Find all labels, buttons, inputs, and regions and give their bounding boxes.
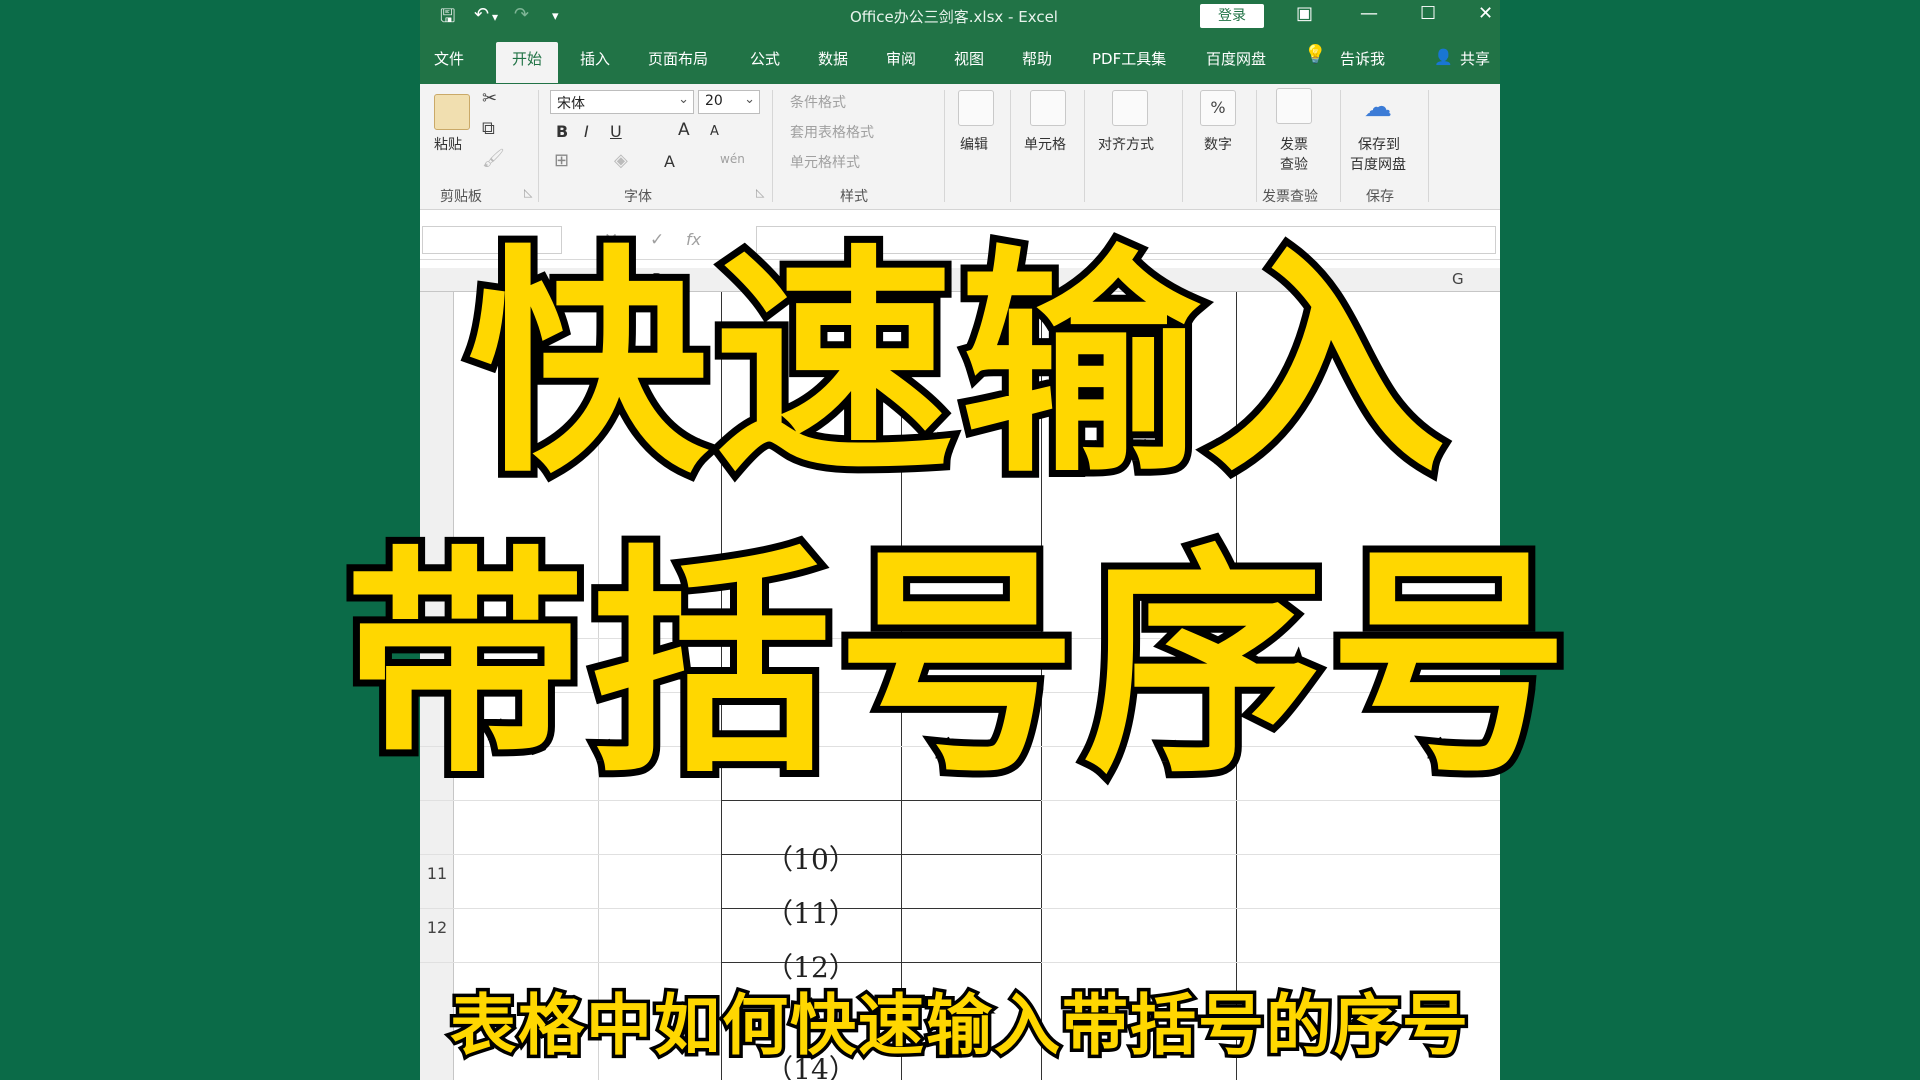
group-divider xyxy=(772,90,773,202)
save-group-label: 保存 xyxy=(1366,189,1394,205)
editing-button[interactable]: 编辑 xyxy=(960,134,988,154)
cut-icon[interactable]: ✂ xyxy=(482,88,497,109)
font-name-value: 宋体 xyxy=(557,96,585,112)
title-bar: 🖫 ↶ ▾ ↷ ▾ Office办公三剑客.xlsx - Excel 登录 ▣ … xyxy=(420,0,1500,32)
tell-me-input[interactable]: 告诉我 xyxy=(1340,48,1385,69)
styles-group-label: 样式 xyxy=(840,189,868,205)
borders-icon[interactable]: ⊞ xyxy=(554,150,569,171)
tab-formulas[interactable]: 公式 xyxy=(750,48,780,69)
ribbon: 粘贴 ✂ ⧉ 🖌 剪贴板 ◺ 宋体 ⌄ 20 ⌄ B I U A A ⊞ ◈ A w… xyxy=(420,84,1500,210)
phonetic-button[interactable]: wén xyxy=(720,152,745,166)
font-size-value: 20 xyxy=(705,93,723,109)
font-color-button[interactable]: A xyxy=(664,152,675,171)
customize-qat-icon[interactable]: ▾ xyxy=(552,9,559,24)
save-icon[interactable]: 🖫 xyxy=(440,4,455,34)
table-cell[interactable]: （10） xyxy=(721,838,901,878)
group-divider xyxy=(1340,90,1341,202)
window-title: Office办公三剑客.xlsx - Excel xyxy=(850,8,1058,26)
tab-pdf-tools[interactable]: PDF工具集 xyxy=(1092,48,1166,69)
share-button[interactable]: 共享 xyxy=(1460,48,1490,69)
tab-page-layout[interactable]: 页面布局 xyxy=(648,48,708,69)
clipboard-launcher-icon[interactable]: ◺ xyxy=(524,186,532,199)
baidu-netdisk-icon[interactable]: ☁ xyxy=(1364,90,1392,123)
maximize-icon[interactable]: ☐ xyxy=(1420,3,1436,24)
font-launcher-icon[interactable]: ◺ xyxy=(756,186,764,199)
invoice-check-line2[interactable]: 查验 xyxy=(1280,154,1308,174)
group-divider xyxy=(538,90,539,202)
alignment-icon[interactable] xyxy=(1112,90,1148,126)
share-icon[interactable]: 👤 xyxy=(1434,48,1453,66)
cells-button[interactable]: 单元格 xyxy=(1024,134,1066,154)
alignment-button[interactable]: 对齐方式 xyxy=(1098,134,1154,154)
font-name-select[interactable]: 宋体 ⌄ xyxy=(550,90,694,114)
group-divider xyxy=(1182,90,1183,202)
save-to-baidu-line1[interactable]: 保存到 xyxy=(1358,134,1400,154)
font-size-select[interactable]: 20 ⌄ xyxy=(698,90,760,114)
paste-label[interactable]: 粘贴 xyxy=(434,134,462,154)
grow-font-button[interactable]: A xyxy=(678,120,690,140)
save-to-baidu-line2[interactable]: 百度网盘 xyxy=(1350,154,1406,174)
headline-line-2: 带括号序号 xyxy=(338,523,1576,807)
format-as-table-button[interactable]: 套用表格格式 xyxy=(790,122,874,142)
table-cell[interactable]: （11） xyxy=(721,892,901,932)
minimize-icon[interactable]: — xyxy=(1360,3,1378,24)
clipboard-group-label: 剪贴板 xyxy=(440,189,482,205)
cells-icon[interactable] xyxy=(1030,90,1066,126)
percent-icon[interactable]: % xyxy=(1200,90,1236,126)
tab-insert[interactable]: 插入 xyxy=(580,48,610,69)
editing-icon[interactable] xyxy=(958,90,994,126)
copy-icon[interactable]: ⧉ xyxy=(482,118,495,139)
ribbon-display-icon[interactable]: ▣ xyxy=(1296,3,1313,24)
tab-data[interactable]: 数据 xyxy=(818,48,848,69)
redo-icon[interactable]: ↷ xyxy=(514,4,529,25)
group-divider xyxy=(1084,90,1085,202)
group-divider xyxy=(1256,90,1257,202)
row-header-11[interactable]: 11 xyxy=(420,864,454,883)
tab-help[interactable]: 帮助 xyxy=(1022,48,1052,69)
number-button[interactable]: 数字 xyxy=(1204,134,1232,154)
subtitle-caption: 表格中如何快速输入带括号的序号 xyxy=(447,984,1472,1068)
cell-styles-button[interactable]: 单元格样式 xyxy=(790,152,860,172)
group-divider xyxy=(1428,90,1429,202)
tab-home[interactable]: 开始 xyxy=(496,42,559,83)
ribbon-tabs: 文件 开始 插入 页面布局 公式 数据 审阅 视图 帮助 PDF工具集 百度网盘… xyxy=(420,32,1500,84)
tab-file[interactable]: 文件 xyxy=(434,48,464,69)
chevron-down-icon: ⌄ xyxy=(678,92,689,107)
headline-line-1: 快速输入 xyxy=(461,223,1453,507)
underline-button[interactable]: U xyxy=(610,122,622,141)
close-icon[interactable]: ✕ xyxy=(1478,3,1493,24)
lightbulb-icon[interactable]: 💡 xyxy=(1304,44,1326,65)
invoice-check-icon[interactable] xyxy=(1276,88,1312,124)
group-divider xyxy=(944,90,945,202)
tab-review[interactable]: 审阅 xyxy=(886,48,916,69)
format-painter-icon[interactable]: 🖌 xyxy=(482,148,505,169)
font-group-label: 字体 xyxy=(624,189,652,205)
login-button[interactable]: 登录 xyxy=(1200,4,1264,28)
conditional-formatting-button[interactable]: 条件格式 xyxy=(790,92,846,112)
invoice-group-label: 发票查验 xyxy=(1262,189,1318,205)
italic-button[interactable]: I xyxy=(584,122,589,141)
paste-icon[interactable] xyxy=(434,94,470,130)
tab-view[interactable]: 视图 xyxy=(954,48,984,69)
tab-baidu-netdisk[interactable]: 百度网盘 xyxy=(1206,48,1266,69)
undo-icon[interactable]: ↶ xyxy=(474,4,489,25)
undo-dropdown-icon[interactable]: ▾ xyxy=(492,10,498,24)
fill-color-icon[interactable]: ◈ xyxy=(614,150,628,171)
invoice-check-line1[interactable]: 发票 xyxy=(1280,134,1308,154)
group-divider xyxy=(1010,90,1011,202)
shrink-font-button[interactable]: A xyxy=(710,124,719,139)
row-header-12[interactable]: 12 xyxy=(420,918,454,937)
chevron-down-icon: ⌄ xyxy=(744,92,755,107)
bold-button[interactable]: B xyxy=(556,122,568,141)
